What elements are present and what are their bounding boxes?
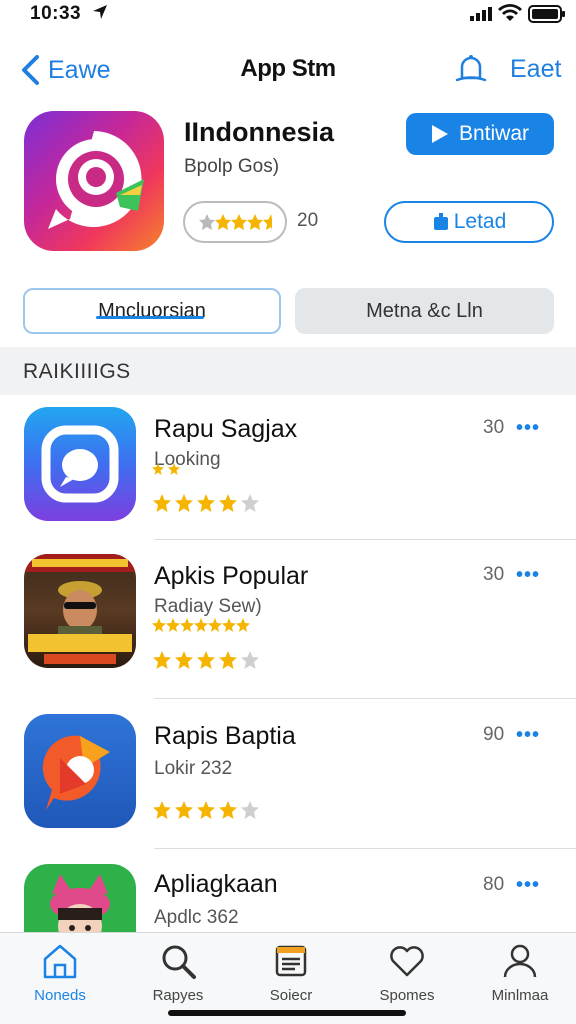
house-icon [43,944,77,979]
play-icon [431,125,448,143]
tab-label: Soiecr [269,987,313,1004]
tab-profile[interactable]: Minlmaa [470,941,570,1011]
mini-stars-icon [152,463,180,475]
app-icon [24,864,136,932]
tab-label: Spomes [379,987,435,1004]
list-item[interactable]: Apliagkaan Apdlc 362 80 ••• [0,852,576,932]
row-title: Rapis Baptia [154,722,296,750]
row-count: 90 [483,724,505,745]
load-button[interactable]: Letad [384,201,554,243]
row-title: Apkis Popular [154,562,309,590]
more-button[interactable]: ••• [516,417,540,440]
home-indicator[interactable] [168,1010,406,1016]
more-button[interactable]: ••• [516,874,540,897]
app-icon [24,407,136,521]
wifi-icon [498,4,522,21]
list-item[interactable]: Rapu Sagjax Looking 30 ••• [0,395,576,549]
tab-label: Rapyes [152,987,204,1004]
hero-app-subtitle: Bpolp Gos) [184,156,280,177]
search-icon [162,945,196,979]
tab-label: Noneds [34,987,86,1004]
tab-updates[interactable]: Soiecr [241,941,341,1011]
rating-stars-icon [153,801,259,819]
battery-icon [528,5,565,23]
row-count: 80 [483,874,505,895]
more-button[interactable]: ••• [516,724,540,747]
row-title: Apliagkaan [154,870,278,898]
row-subtitle: Apdlc 362 [154,907,239,928]
segment-left[interactable]: Mncluorsian [23,288,281,334]
person-icon [503,944,537,978]
rating-stars-icon [199,214,272,230]
hero-rating-count: 20 [297,210,319,231]
section-header: RAIKIIIIGS [0,347,576,395]
load-button-label: Letad [453,210,507,233]
play-button-label: Bntiwar [458,122,530,145]
row-title: Rapu Sagjax [154,415,298,443]
rating-stars-icon [153,494,259,512]
tab-label: Minlmaa [491,987,549,1004]
row-divider [154,848,576,849]
hero-app-name: IIndonnesia [184,117,335,147]
segment-right-label: Metna &c Lln [366,299,483,322]
bell-icon[interactable] [452,50,490,88]
location-arrow-icon [93,5,107,19]
download-icon [433,213,448,230]
status-bar: 10:33 [0,0,576,30]
list-item[interactable]: Rapis Baptia Lokir 232 90 ••• [0,702,576,856]
more-button[interactable]: ••• [516,564,540,587]
row-count: 30 [483,564,505,585]
row-divider [154,698,576,699]
edit-button[interactable]: Eaet [510,55,561,84]
mini-stars-icon [152,618,250,632]
segment-indicator [96,316,204,319]
hero-rating-pill [183,201,287,243]
play-button[interactable]: Bntiwar [406,113,554,155]
tab-search[interactable]: Rapyes [128,941,228,1011]
tab-home[interactable]: Noneds [10,941,110,1011]
game-app-icon [24,554,136,668]
rating-stars-icon [153,651,259,669]
section-title: RAIKIIIIGS [23,360,131,383]
app-icon [24,714,136,828]
list-item[interactable]: Apkis Popular Radiay Sew) 30 ••• [0,542,576,699]
list-icon [275,945,307,977]
status-time: 10:33 [30,3,82,24]
segment-left-label: Mncluorsian [98,299,206,322]
row-subtitle: Lokir 232 [154,758,233,779]
row-count: 30 [483,417,505,438]
row-divider [154,539,576,540]
hero-app-icon [24,111,164,251]
tab-favorites[interactable]: Spomes [357,941,457,1011]
row-subtitle: Radiay Sew) [154,596,262,617]
segment-right[interactable]: Metna &c Lln [295,288,554,334]
heart-icon [390,946,424,977]
cell-signal-icon [470,7,492,21]
